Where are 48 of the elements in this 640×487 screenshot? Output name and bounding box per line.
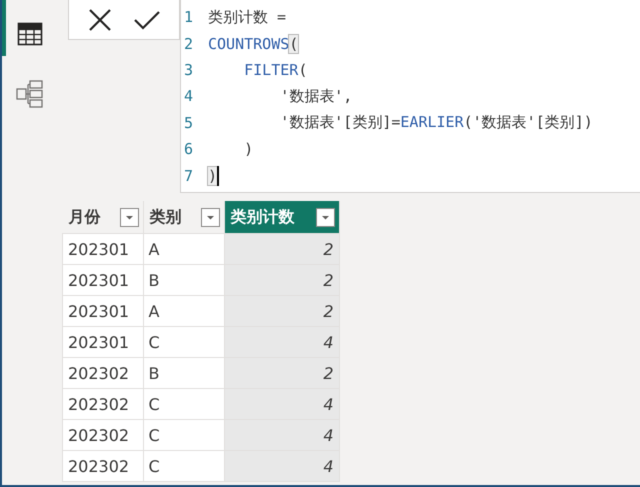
table-cell: 4 [224,420,339,450]
table-cell: 202302 [62,358,143,388]
code-line: COUNTROWS( [208,34,298,53]
table-cell: A [143,234,224,264]
table-cell: 4 [224,326,339,358]
code-line: 类别计数 = [208,8,286,27]
table-cell: A [143,296,224,326]
table-cell: 2 [224,264,339,296]
table-cell: C [143,388,224,420]
table-cell: 2 [224,296,339,326]
table-cell: 202302 [62,388,143,420]
column-header[interactable]: 月份 [62,201,143,234]
dropdown-icon[interactable] [120,208,138,226]
formula-editor[interactable]: 1 类别计数 = 2 COUNTROWS( 3 FILTER( 4 '数据表', 5 '数据表'[类别]=EARLIER('数据表'[类别]) 6 ) 7 ) [180,0,640,193]
table-cell: 202301 [62,234,143,264]
table-cell: B [143,358,224,388]
line-number: 4 [183,87,194,106]
checkmark-icon[interactable] [133,8,161,30]
dropdown-icon[interactable] [200,208,220,226]
code-line: FILTER( [243,60,308,79]
code-line: '数据表', [279,86,352,106]
table-cell: 202301 [62,296,143,326]
model-view-icon[interactable] [16,80,44,108]
line-number: 6 [183,140,194,158]
line-number: 3 [183,60,194,79]
table-cell: C [143,450,224,482]
table-cell: 4 [224,450,339,482]
table-cell: 202302 [62,450,143,482]
table-cell: 202301 [62,326,143,358]
table-view-icon[interactable] [17,22,43,46]
table-cell: C [143,326,224,358]
table-cell: 4 [224,388,339,420]
table-cell: 202301 [62,264,143,296]
table-cell: B [143,264,224,296]
cancel-icon[interactable] [87,6,113,32]
code-line: ) [243,140,254,158]
line-number: 5 [183,114,194,132]
line-number: 7 [183,166,194,185]
column-header[interactable]: 类别 [143,201,224,234]
column-header[interactable]: 类别计数 [224,201,339,234]
table-cell: 2 [224,358,339,388]
code-line: '数据表'[类别]=EARLIER('数据表'[类别]) [279,113,593,132]
table-cell: 202302 [62,420,143,450]
table-cell: 2 [224,234,339,264]
table-cell: C [143,420,224,450]
line-number: 1 [183,8,194,26]
dropdown-icon[interactable] [316,208,334,226]
line-number: 2 [183,34,194,53]
